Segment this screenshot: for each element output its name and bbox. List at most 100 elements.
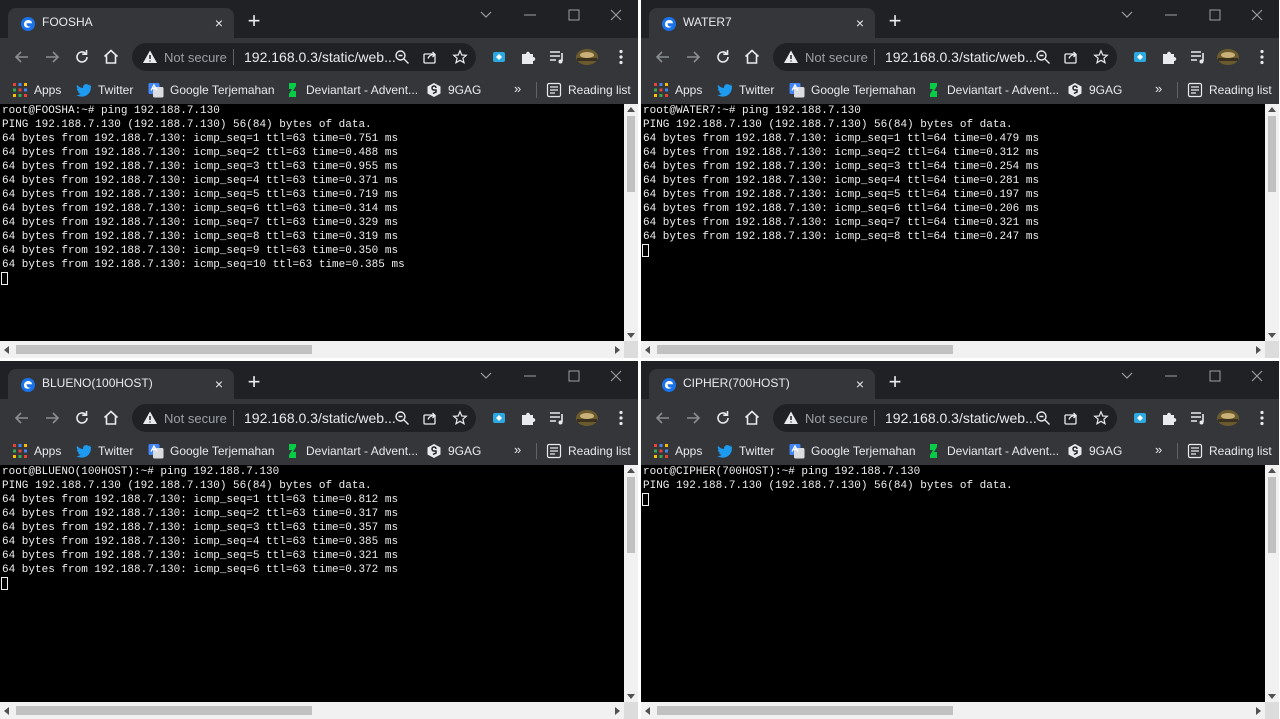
bookmark-twitter[interactable]: Twitter bbox=[76, 441, 140, 461]
minimize-icon[interactable] bbox=[516, 367, 544, 385]
bookmark-apps[interactable]: Apps bbox=[653, 441, 713, 461]
address-bar[interactable]: Not secure 192.168.0.3/static/web... bbox=[132, 43, 476, 71]
scroll-up-arrow-icon[interactable] bbox=[1268, 468, 1276, 473]
vertical-scroll-thumb[interactable] bbox=[1268, 116, 1276, 192]
bookmarks-overflow-chevron-icon[interactable]: » bbox=[514, 442, 521, 457]
bookmarks-overflow-chevron-icon[interactable]: » bbox=[514, 81, 521, 96]
new-tab-button[interactable]: + bbox=[244, 10, 264, 32]
scroll-left-arrow-icon[interactable] bbox=[4, 346, 9, 354]
puzzle-extensions-icon[interactable] bbox=[519, 48, 537, 66]
bookmark-deviantart[interactable]: Deviantart - Advent... bbox=[284, 441, 418, 461]
extension-icon[interactable] bbox=[490, 48, 508, 66]
extension-icon[interactable] bbox=[1131, 48, 1149, 66]
media-playlist-icon[interactable] bbox=[548, 48, 566, 66]
menu-dots-icon[interactable] bbox=[612, 48, 630, 66]
security-label[interactable]: Not secure bbox=[805, 50, 868, 65]
vertical-scrollbar[interactable] bbox=[1265, 104, 1279, 341]
tab-close-icon[interactable]: × bbox=[851, 375, 869, 393]
window-close-icon[interactable] bbox=[602, 6, 630, 24]
bookmark-apps[interactable]: Apps bbox=[12, 80, 72, 100]
horizontal-scroll-thumb[interactable] bbox=[657, 706, 953, 715]
bookmark-google-translate[interactable]: Google Terjemahan bbox=[789, 80, 916, 100]
bookmarks-overflow-chevron-icon[interactable]: » bbox=[1155, 442, 1162, 457]
scroll-left-arrow-icon[interactable] bbox=[4, 707, 9, 715]
tab-search-dropdown-icon[interactable] bbox=[1113, 6, 1141, 24]
forward-arrow-icon[interactable] bbox=[42, 408, 62, 428]
tab-close-icon[interactable]: × bbox=[851, 14, 869, 32]
scroll-right-arrow-icon[interactable] bbox=[615, 707, 620, 715]
terminal-output[interactable]: root@FOOSHA:~# ping 192.188.7.130 PING 19… bbox=[0, 104, 624, 341]
tab-search-dropdown-icon[interactable] bbox=[472, 6, 500, 24]
media-playlist-icon[interactable] bbox=[1189, 409, 1207, 427]
scroll-up-arrow-icon[interactable] bbox=[627, 107, 635, 112]
scroll-down-arrow-icon[interactable] bbox=[1268, 694, 1276, 699]
horizontal-scroll-thumb[interactable] bbox=[657, 345, 953, 354]
home-icon[interactable] bbox=[101, 47, 121, 67]
scroll-down-arrow-icon[interactable] bbox=[627, 333, 635, 338]
new-tab-button[interactable]: + bbox=[885, 371, 905, 393]
zoom-icon[interactable] bbox=[394, 49, 410, 65]
forward-arrow-icon[interactable] bbox=[683, 47, 703, 67]
profile-avatar-icon[interactable] bbox=[1216, 409, 1240, 427]
reload-icon[interactable] bbox=[72, 408, 92, 428]
reload-icon[interactable] bbox=[713, 47, 733, 67]
tab-search-dropdown-icon[interactable] bbox=[1113, 367, 1141, 385]
reading-list-button[interactable]: Reading list bbox=[1187, 80, 1277, 100]
bookmark-twitter[interactable]: Twitter bbox=[76, 80, 140, 100]
horizontal-scrollbar[interactable] bbox=[0, 341, 624, 358]
maximize-icon[interactable] bbox=[560, 367, 588, 385]
reading-list-button[interactable]: Reading list bbox=[546, 80, 636, 100]
bookmark-apps[interactable]: Apps bbox=[653, 80, 713, 100]
url-text[interactable]: 192.168.0.3/static/web... bbox=[885, 410, 1037, 426]
address-bar[interactable]: Not secure 192.168.0.3/static/web... bbox=[132, 404, 476, 432]
minimize-icon[interactable] bbox=[1157, 6, 1185, 24]
new-tab-button[interactable]: + bbox=[885, 10, 905, 32]
extension-icon[interactable] bbox=[490, 409, 508, 427]
scroll-right-arrow-icon[interactable] bbox=[1256, 707, 1261, 715]
new-tab-button[interactable]: + bbox=[244, 371, 264, 393]
horizontal-scrollbar[interactable] bbox=[641, 341, 1265, 358]
menu-dots-icon[interactable] bbox=[612, 409, 630, 427]
share-icon[interactable] bbox=[1063, 49, 1079, 65]
bookmark-star-icon[interactable] bbox=[452, 49, 468, 65]
maximize-icon[interactable] bbox=[560, 6, 588, 24]
bookmark-deviantart[interactable]: Deviantart - Advent... bbox=[925, 80, 1059, 100]
address-bar[interactable]: Not secure 192.168.0.3/static/web... bbox=[773, 43, 1117, 71]
security-label[interactable]: Not secure bbox=[164, 411, 227, 426]
maximize-icon[interactable] bbox=[1201, 367, 1229, 385]
bookmarks-overflow-chevron-icon[interactable]: » bbox=[1155, 81, 1162, 96]
minimize-icon[interactable] bbox=[1157, 367, 1185, 385]
vertical-scroll-thumb[interactable] bbox=[627, 116, 635, 192]
share-icon[interactable] bbox=[422, 49, 438, 65]
scroll-left-arrow-icon[interactable] bbox=[645, 346, 650, 354]
bookmark-star-icon[interactable] bbox=[1093, 49, 1109, 65]
share-icon[interactable] bbox=[1063, 410, 1079, 426]
home-icon[interactable] bbox=[742, 408, 762, 428]
warning-triangle-icon[interactable] bbox=[142, 410, 158, 426]
tab-close-icon[interactable]: × bbox=[210, 375, 228, 393]
forward-arrow-icon[interactable] bbox=[683, 408, 703, 428]
scroll-left-arrow-icon[interactable] bbox=[645, 707, 650, 715]
maximize-icon[interactable] bbox=[1201, 6, 1229, 24]
horizontal-scroll-thumb[interactable] bbox=[16, 706, 312, 715]
vertical-scrollbar[interactable] bbox=[1265, 465, 1279, 702]
back-arrow-icon[interactable] bbox=[653, 408, 673, 428]
terminal-output[interactable]: root@CIPHER(700HOST):~# ping 192.188.7.1… bbox=[641, 465, 1265, 702]
media-playlist-icon[interactable] bbox=[1189, 48, 1207, 66]
terminal-output[interactable]: root@WATER7:~# ping 192.188.7.130 PING 19… bbox=[641, 104, 1265, 341]
window-close-icon[interactable] bbox=[1243, 6, 1271, 24]
vertical-scrollbar[interactable] bbox=[624, 104, 638, 341]
bookmark-9gag[interactable]: 9GAG bbox=[1067, 441, 1127, 461]
scroll-down-arrow-icon[interactable] bbox=[627, 694, 635, 699]
horizontal-scrollbar[interactable] bbox=[0, 702, 624, 719]
horizontal-scrollbar[interactable] bbox=[641, 702, 1265, 719]
warning-triangle-icon[interactable] bbox=[142, 49, 158, 65]
terminal-output[interactable]: root@BLUENO(100HOST):~# ping 192.188.7.1… bbox=[0, 465, 624, 702]
scroll-right-arrow-icon[interactable] bbox=[615, 346, 620, 354]
bookmark-star-icon[interactable] bbox=[452, 410, 468, 426]
bookmark-star-icon[interactable] bbox=[1093, 410, 1109, 426]
bookmark-9gag[interactable]: 9GAG bbox=[1067, 80, 1127, 100]
minimize-icon[interactable] bbox=[516, 6, 544, 24]
back-arrow-icon[interactable] bbox=[12, 47, 32, 67]
security-label[interactable]: Not secure bbox=[805, 411, 868, 426]
